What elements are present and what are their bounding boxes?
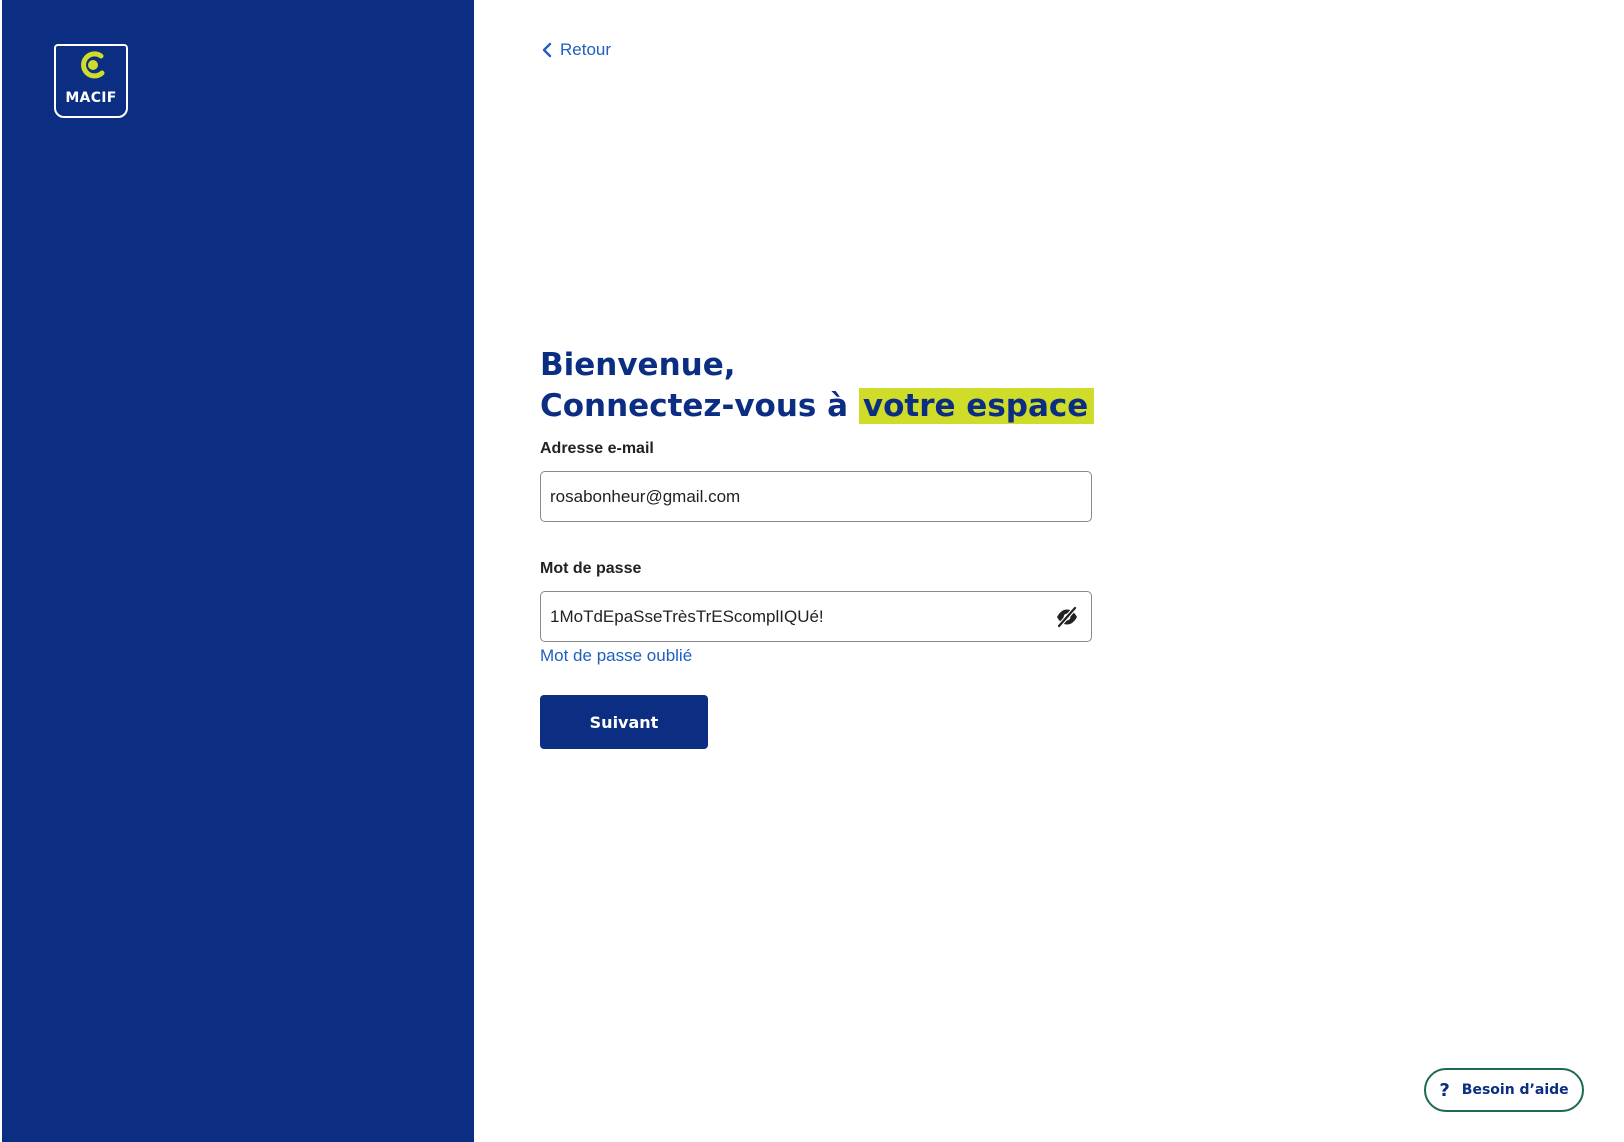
password-label: Mot de passe: [540, 560, 642, 577]
chevron-left-icon: [542, 42, 552, 58]
brand-sidebar: MACIF: [2, 0, 474, 1142]
back-link-label: Retour: [560, 40, 612, 59]
email-label: Adresse e-mail: [540, 440, 654, 457]
help-button[interactable]: ? Besoin d’aide: [1424, 1068, 1584, 1112]
macif-logo[interactable]: MACIF: [54, 44, 128, 118]
help-label: Besoin d’aide: [1461, 1082, 1569, 1098]
email-field-box: [540, 471, 1092, 522]
title-connect: Connectez-vous à votre espace: [540, 386, 1100, 427]
page-title: Bienvenue, Connectez-vous à votre espace: [540, 345, 1100, 427]
macif-logo-icon: [81, 51, 105, 79]
logo-text: MACIF: [65, 90, 117, 106]
password-field-box: [540, 591, 1092, 642]
eye-slash-icon: [1056, 605, 1078, 629]
title-welcome: Bienvenue,: [540, 347, 736, 383]
password-field[interactable]: [541, 592, 1091, 641]
login-page: MACIF Retour Bienvenue, Connectez-vous à…: [0, 0, 1624, 1142]
forgot-password-link[interactable]: Mot de passe oublié: [540, 646, 692, 666]
question-mark-icon: ?: [1439, 1079, 1450, 1101]
submit-button[interactable]: Suivant: [540, 695, 708, 749]
title-highlight: votre espace: [858, 388, 1095, 424]
login-form: Bienvenue, Connectez-vous à votre espace…: [540, 345, 1100, 749]
title-connect-prefix: Connectez-vous à: [540, 388, 849, 424]
email-field[interactable]: [541, 472, 1091, 521]
password-visibility-toggle[interactable]: [1055, 605, 1079, 629]
back-link[interactable]: Retour: [542, 40, 611, 60]
